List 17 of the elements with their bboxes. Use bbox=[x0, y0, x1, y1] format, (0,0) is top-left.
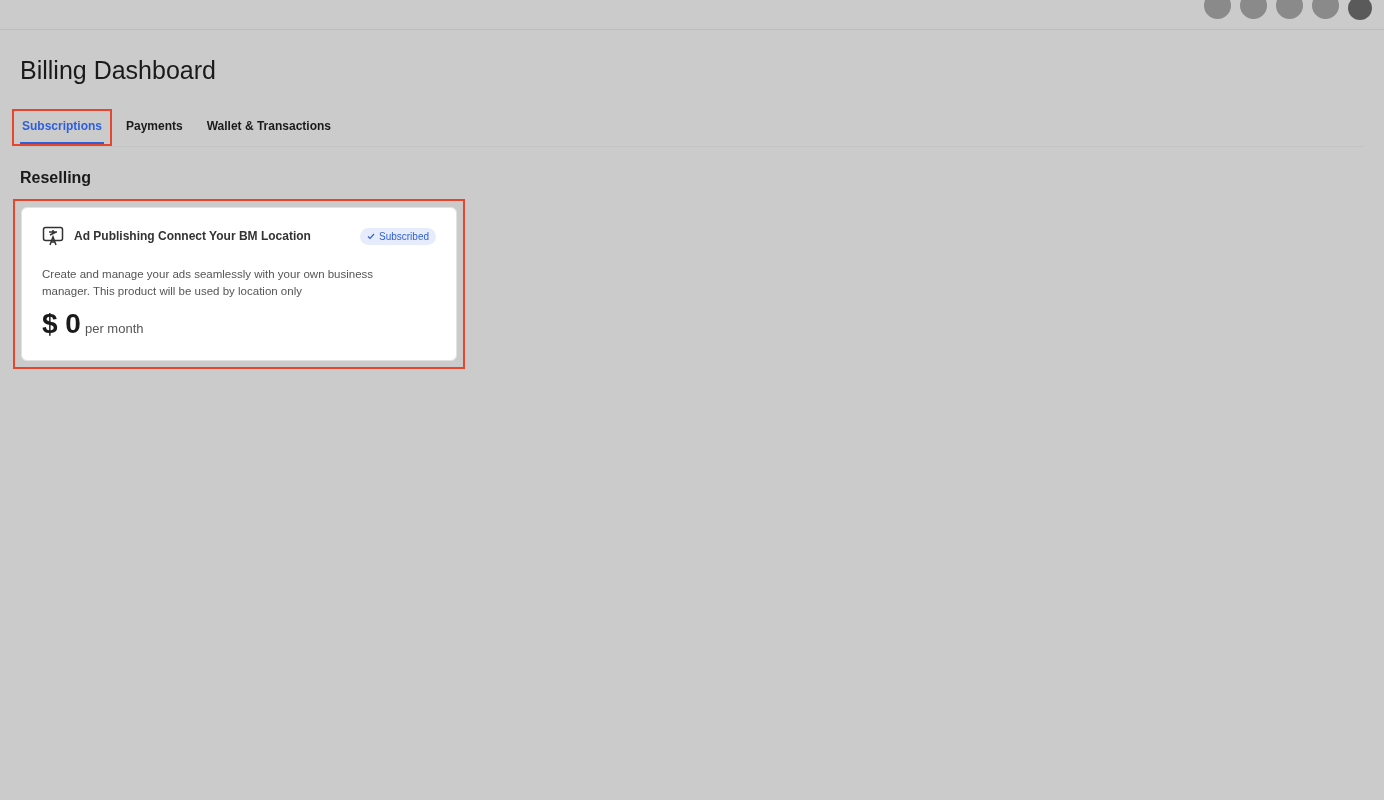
card-description: Create and manage your ads seamlessly with your own business manager. This product will be used by location only bbox=[42, 267, 375, 299]
tab[interactable]: Wallet & Transactions bbox=[196, 109, 341, 146]
avatar-circle[interactable] bbox=[1276, 0, 1303, 19]
billboard-icon bbox=[42, 226, 64, 246]
page-title: Billing Dashboard bbox=[20, 56, 217, 85]
avatar-circle[interactable] bbox=[1312, 0, 1339, 19]
card-title: Ad Publishing Connect Your BM Location bbox=[74, 229, 312, 243]
section-title: Reselling bbox=[20, 169, 93, 187]
tab[interactable]: Subscriptions bbox=[12, 109, 112, 146]
check-icon bbox=[366, 232, 375, 240]
user-avatar[interactable] bbox=[1348, 0, 1372, 20]
tab[interactable]: Payments bbox=[116, 109, 193, 146]
price: $ 0 bbox=[42, 308, 81, 339]
price-period: per month bbox=[84, 321, 144, 336]
status-badge: Subscribed bbox=[359, 227, 436, 245]
avatar-circle[interactable] bbox=[1240, 0, 1267, 19]
avatar-circle[interactable] bbox=[1204, 0, 1231, 19]
